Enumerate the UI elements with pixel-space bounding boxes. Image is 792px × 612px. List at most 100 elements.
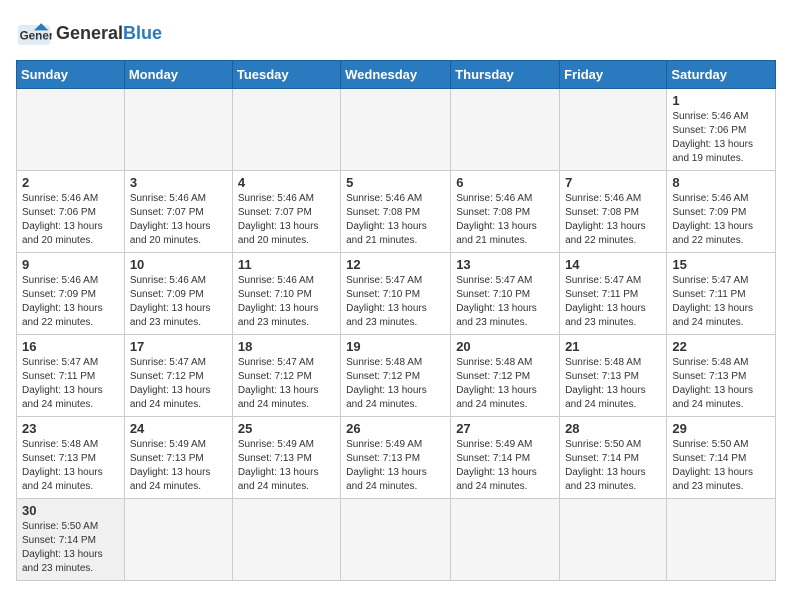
header-wednesday: Wednesday [341, 61, 451, 89]
day-number: 11 [238, 257, 335, 272]
calendar-cell: 7 Sunrise: 5:46 AM Sunset: 7:08 PM Daylig… [560, 171, 667, 253]
calendar-cell [560, 499, 667, 581]
logo-icon: General [16, 16, 52, 52]
day-number: 3 [130, 175, 227, 190]
calendar-cell: 14Sunrise: 5:47 AM Sunset: 7:11 PM Dayli… [560, 253, 667, 335]
calendar-cell [451, 89, 560, 171]
day-info: Sunrise: 5:46 AM Sunset: 7:09 PM Dayligh… [22, 274, 119, 330]
day-number: 24 [130, 421, 227, 436]
calendar-cell: 10 Sunrise: 5:46 AM Sunset: 7:09 PM Dayli… [124, 253, 232, 335]
day-info: Sunrise: 5:49 AM Sunset: 7:13 PM Dayligh… [238, 438, 335, 494]
day-info: Sunrise: 5:47 AM Sunset: 7:12 PM Dayligh… [130, 356, 227, 412]
calendar-cell [232, 89, 340, 171]
day-info: Sunrise: 5:48 AM Sunset: 7:13 PM Dayligh… [565, 356, 661, 412]
day-number: 21 [565, 339, 661, 354]
calendar-week-2: 9 Sunrise: 5:46 AM Sunset: 7:09 PM Daylig… [17, 253, 776, 335]
calendar-cell: 4 Sunrise: 5:46 AM Sunset: 7:07 PM Daylig… [232, 171, 340, 253]
calendar-cell [451, 499, 560, 581]
day-number: 17 [130, 339, 227, 354]
day-info: Sunrise: 5:50 AM Sunset: 7:14 PM Dayligh… [565, 438, 661, 494]
day-number: 28 [565, 421, 661, 436]
calendar-cell: 24Sunrise: 5:49 AM Sunset: 7:13 PM Dayli… [124, 417, 232, 499]
calendar-cell: 21 Sunrise: 5:48 AM Sunset: 7:13 PM Dayli… [560, 335, 667, 417]
calendar-cell: 6Sunrise: 5:46 AM Sunset: 7:08 PM Daylig… [451, 171, 560, 253]
calendar-table: SundayMondayTuesdayWednesdayThursdayFrid… [16, 60, 776, 581]
day-info: Sunrise: 5:46 AM Sunset: 7:09 PM Dayligh… [130, 274, 227, 330]
calendar-cell: 20Sunrise: 5:48 AM Sunset: 7:12 PM Dayli… [451, 335, 560, 417]
day-number: 5 [346, 175, 445, 190]
day-info: Sunrise: 5:47 AM Sunset: 7:11 PM Dayligh… [672, 274, 770, 330]
calendar-cell: 2Sunrise: 5:46 AM Sunset: 7:06 PM Daylig… [17, 171, 125, 253]
day-info: Sunrise: 5:50 AM Sunset: 7:14 PM Dayligh… [22, 520, 119, 576]
day-number: 12 [346, 257, 445, 272]
day-number: 1 [672, 93, 770, 108]
header-tuesday: Tuesday [232, 61, 340, 89]
day-number: 8 [672, 175, 770, 190]
day-number: 15 [672, 257, 770, 272]
day-info: Sunrise: 5:47 AM Sunset: 7:12 PM Dayligh… [238, 356, 335, 412]
calendar-week-4: 23Sunrise: 5:48 AM Sunset: 7:13 PM Dayli… [17, 417, 776, 499]
day-info: Sunrise: 5:47 AM Sunset: 7:11 PM Dayligh… [22, 356, 119, 412]
day-number: 25 [238, 421, 335, 436]
calendar-cell: 12 Sunrise: 5:47 AM Sunset: 7:10 PM Dayli… [341, 253, 451, 335]
svg-text:General: General [20, 29, 52, 42]
calendar-cell [17, 89, 125, 171]
day-number: 10 [130, 257, 227, 272]
calendar-cell: 5 Sunrise: 5:46 AM Sunset: 7:08 PM Daylig… [341, 171, 451, 253]
header-monday: Monday [124, 61, 232, 89]
calendar-cell: 16Sunrise: 5:47 AM Sunset: 7:11 PM Dayli… [17, 335, 125, 417]
calendar-cell: 27Sunrise: 5:49 AM Sunset: 7:14 PM Dayli… [451, 417, 560, 499]
calendar-cell: 13Sunrise: 5:47 AM Sunset: 7:10 PM Dayli… [451, 253, 560, 335]
day-info: Sunrise: 5:46 AM Sunset: 7:08 PM Dayligh… [565, 192, 661, 248]
day-number: 18 [238, 339, 335, 354]
calendar-cell: 26 Sunrise: 5:49 AM Sunset: 7:13 PM Dayli… [341, 417, 451, 499]
day-info: Sunrise: 5:47 AM Sunset: 7:11 PM Dayligh… [565, 274, 661, 330]
day-info: Sunrise: 5:50 AM Sunset: 7:14 PM Dayligh… [672, 438, 770, 494]
calendar-week-0: 1 Sunrise: 5:46 AM Sunset: 7:06 PM Daylig… [17, 89, 776, 171]
header-sunday: Sunday [17, 61, 125, 89]
header-friday: Friday [560, 61, 667, 89]
calendar-cell [232, 499, 340, 581]
day-info: Sunrise: 5:47 AM Sunset: 7:10 PM Dayligh… [346, 274, 445, 330]
calendar-cell: 28 Sunrise: 5:50 AM Sunset: 7:14 PM Dayli… [560, 417, 667, 499]
calendar-cell [560, 89, 667, 171]
calendar-cell: 8 Sunrise: 5:46 AM Sunset: 7:09 PM Daylig… [667, 171, 776, 253]
day-info: Sunrise: 5:48 AM Sunset: 7:13 PM Dayligh… [22, 438, 119, 494]
logo: General GeneralBlue [16, 16, 162, 52]
calendar-header-row: SundayMondayTuesdayWednesdayThursdayFrid… [17, 61, 776, 89]
calendar-week-5: 30 Sunrise: 5:50 AM Sunset: 7:14 PM Dayli… [17, 499, 776, 581]
calendar-cell: 3Sunrise: 5:46 AM Sunset: 7:07 PM Daylig… [124, 171, 232, 253]
day-info: Sunrise: 5:46 AM Sunset: 7:06 PM Dayligh… [22, 192, 119, 248]
day-number: 13 [456, 257, 554, 272]
day-number: 7 [565, 175, 661, 190]
calendar-cell [124, 499, 232, 581]
calendar-cell [341, 499, 451, 581]
calendar-cell [667, 499, 776, 581]
calendar-cell: 30 Sunrise: 5:50 AM Sunset: 7:14 PM Dayli… [17, 499, 125, 581]
day-number: 9 [22, 257, 119, 272]
calendar-week-3: 16Sunrise: 5:47 AM Sunset: 7:11 PM Dayli… [17, 335, 776, 417]
day-number: 4 [238, 175, 335, 190]
calendar-cell: 1 Sunrise: 5:46 AM Sunset: 7:06 PM Daylig… [667, 89, 776, 171]
calendar-week-1: 2Sunrise: 5:46 AM Sunset: 7:06 PM Daylig… [17, 171, 776, 253]
day-number: 19 [346, 339, 445, 354]
calendar-cell [341, 89, 451, 171]
day-info: Sunrise: 5:46 AM Sunset: 7:08 PM Dayligh… [346, 192, 445, 248]
day-number: 20 [456, 339, 554, 354]
day-number: 30 [22, 503, 119, 518]
header-thursday: Thursday [451, 61, 560, 89]
calendar-cell: 29 Sunrise: 5:50 AM Sunset: 7:14 PM Dayli… [667, 417, 776, 499]
calendar-cell: 22Sunrise: 5:48 AM Sunset: 7:13 PM Dayli… [667, 335, 776, 417]
day-info: Sunrise: 5:48 AM Sunset: 7:12 PM Dayligh… [346, 356, 445, 412]
page-header: General GeneralBlue [16, 16, 776, 52]
day-number: 26 [346, 421, 445, 436]
day-info: Sunrise: 5:46 AM Sunset: 7:06 PM Dayligh… [672, 110, 770, 166]
day-number: 29 [672, 421, 770, 436]
day-info: Sunrise: 5:46 AM Sunset: 7:07 PM Dayligh… [238, 192, 335, 248]
day-info: Sunrise: 5:46 AM Sunset: 7:10 PM Dayligh… [238, 274, 335, 330]
calendar-cell: 9 Sunrise: 5:46 AM Sunset: 7:09 PM Daylig… [17, 253, 125, 335]
day-info: Sunrise: 5:46 AM Sunset: 7:09 PM Dayligh… [672, 192, 770, 248]
day-info: Sunrise: 5:49 AM Sunset: 7:13 PM Dayligh… [346, 438, 445, 494]
header-saturday: Saturday [667, 61, 776, 89]
calendar-cell: 17 Sunrise: 5:47 AM Sunset: 7:12 PM Dayli… [124, 335, 232, 417]
